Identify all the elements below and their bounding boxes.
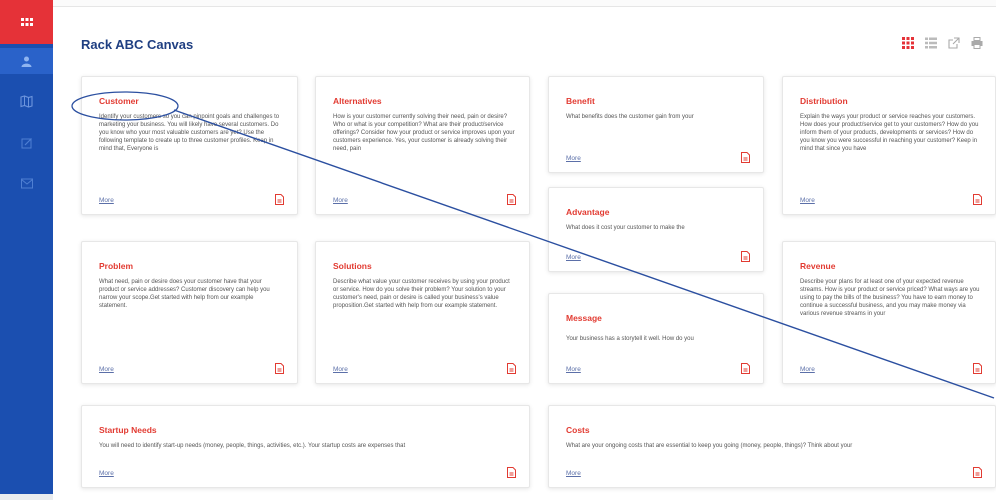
card-description: What does it cost your customer to make …: [566, 225, 685, 231]
menu-button[interactable]: [0, 0, 53, 44]
more-link[interactable]: More: [566, 254, 581, 261]
card-title: Alternatives: [333, 96, 382, 106]
sidebar-item-edit[interactable]: [0, 130, 53, 156]
more-link[interactable]: More: [99, 366, 114, 373]
document-icon[interactable]: [275, 363, 284, 374]
card-alternatives: Alternatives How is your customer curren…: [315, 76, 530, 215]
grid-view-button[interactable]: [901, 36, 915, 50]
share-button[interactable]: [947, 36, 961, 50]
card-description: Your business has a storytell it well. H…: [566, 336, 694, 342]
grid-view-icon: [902, 37, 914, 49]
more-link[interactable]: More: [800, 197, 815, 204]
card-advantage: Advantage What does it cost your custome…: [548, 187, 764, 272]
page-title: Rack ABC Canvas: [81, 37, 194, 52]
card-customer: Customer Identify your customers so you …: [81, 76, 298, 215]
card-title: Solutions: [333, 261, 372, 271]
card-message: Message Your business has a storytell it…: [548, 293, 764, 384]
card-solutions: Solutions Describe what value your custo…: [315, 241, 530, 384]
card-title: Advantage: [566, 207, 610, 217]
card-description: Describe your plans for at least one of …: [800, 279, 980, 317]
document-icon[interactable]: [507, 194, 516, 205]
card-distribution: Distribution Explain the ways your produ…: [782, 76, 996, 215]
card-description: What benefits does the customer gain fro…: [566, 114, 694, 120]
card-title: Message: [566, 313, 602, 323]
card-revenue: Revenue Describe your plans for at least…: [782, 241, 996, 384]
card-title: Revenue: [800, 261, 836, 271]
card-description: Identify your customers so you can pinpo…: [99, 114, 280, 152]
card-description: You will need to identify start-up needs…: [99, 443, 406, 449]
card-description: Describe what value your customer receiv…: [333, 279, 510, 309]
user-icon: [21, 56, 32, 67]
card-costs: Costs What are your ongoing costs that a…: [548, 405, 996, 488]
more-link[interactable]: More: [99, 197, 114, 204]
document-icon[interactable]: [973, 363, 982, 374]
document-icon[interactable]: [973, 467, 982, 478]
card-startup-needs: Startup Needs You will need to identify …: [81, 405, 530, 488]
card-title: Startup Needs: [99, 425, 157, 435]
edit-icon: [21, 138, 32, 149]
card-description: How is your customer currently solving t…: [333, 114, 515, 152]
map-icon: [20, 94, 33, 108]
list-view-button[interactable]: [924, 36, 938, 50]
sidebar-item-mail[interactable]: [0, 170, 53, 196]
sidebar-item-map[interactable]: [0, 88, 53, 114]
more-link[interactable]: More: [800, 366, 815, 373]
document-icon[interactable]: [973, 194, 982, 205]
more-link[interactable]: More: [333, 366, 348, 373]
document-icon[interactable]: [275, 194, 284, 205]
sidebar: [0, 0, 53, 500]
more-link[interactable]: More: [566, 366, 581, 373]
document-icon[interactable]: [741, 363, 750, 374]
view-toolbar: [901, 36, 984, 50]
more-link[interactable]: More: [99, 470, 114, 477]
document-icon[interactable]: [741, 152, 750, 163]
document-icon[interactable]: [507, 363, 516, 374]
more-link[interactable]: More: [333, 197, 348, 204]
card-title: Costs: [566, 425, 590, 435]
more-link[interactable]: More: [566, 155, 581, 162]
top-bar: [53, 0, 996, 7]
card-description: Explain the ways your product or service…: [800, 114, 979, 152]
card-description: What need, pain or desire does your cust…: [99, 279, 270, 309]
card-title: Benefit: [566, 96, 595, 106]
menu-grid-icon: [20, 17, 33, 26]
more-link[interactable]: More: [566, 470, 581, 477]
sidebar-item-user[interactable]: [0, 48, 53, 74]
mail-icon: [20, 178, 33, 188]
print-icon: [971, 37, 983, 49]
sidebar-footer: [0, 494, 53, 500]
card-benefit: Benefit What benefits does the customer …: [548, 76, 764, 173]
document-icon[interactable]: [507, 467, 516, 478]
card-title: Customer: [99, 96, 139, 106]
share-icon: [948, 37, 960, 49]
print-button[interactable]: [970, 36, 984, 50]
document-icon[interactable]: [741, 251, 750, 262]
list-view-icon: [925, 37, 937, 49]
card-description: What are your ongoing costs that are ess…: [566, 443, 853, 449]
card-problem: Problem What need, pain or desire does y…: [81, 241, 298, 384]
card-title: Distribution: [800, 96, 848, 106]
card-title: Problem: [99, 261, 134, 271]
